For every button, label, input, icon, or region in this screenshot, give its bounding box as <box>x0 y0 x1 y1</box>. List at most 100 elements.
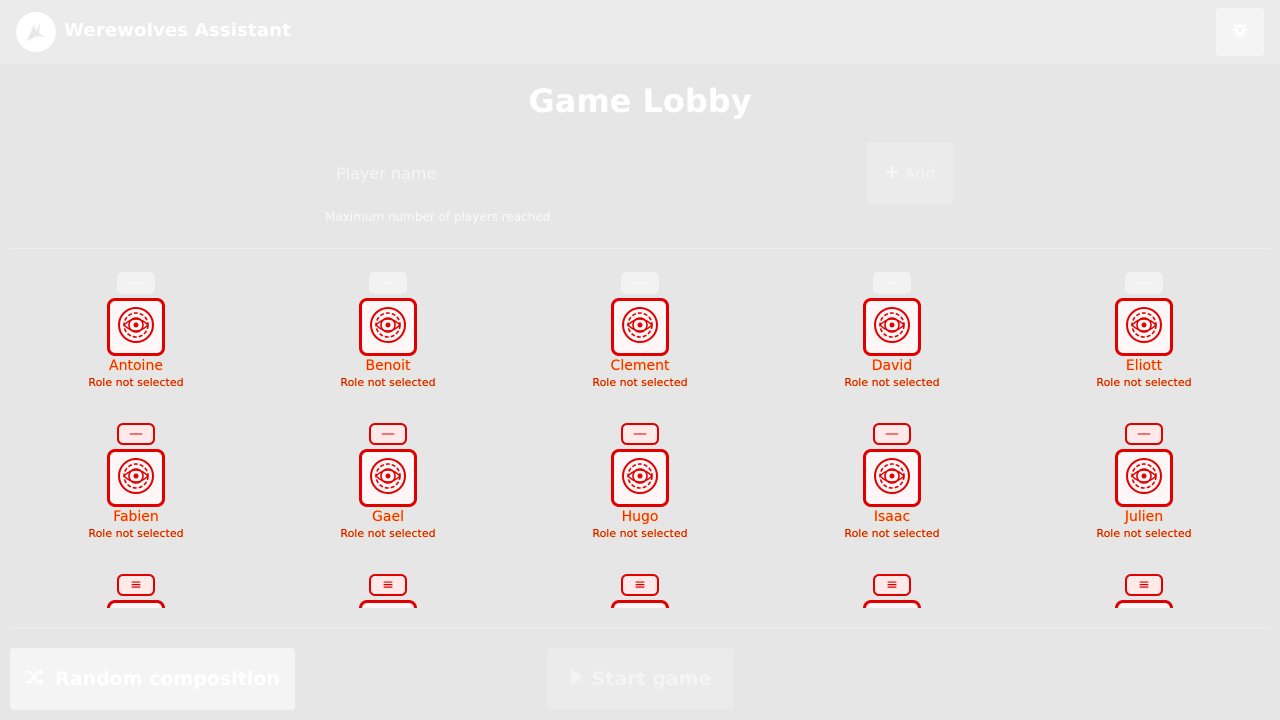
minus-icon: — <box>129 426 143 442</box>
minus-icon: ≡ <box>886 577 898 593</box>
werewolf-logo-icon[interactable] <box>16 12 56 52</box>
remove-player-button[interactable]: ≡ <box>621 574 659 596</box>
player-name: Clement <box>610 358 670 374</box>
player-name: Eliott <box>1125 358 1163 374</box>
role-card[interactable] <box>611 298 669 356</box>
role-card[interactable] <box>1115 298 1173 356</box>
remove-player-button[interactable]: — <box>1125 272 1163 294</box>
player-name: Antoine <box>109 358 163 374</box>
player-card: — Julien Role not selected <box>1018 415 1270 565</box>
add-button-label: Add <box>904 163 936 183</box>
unknown-role-icon <box>366 303 410 351</box>
plus-icon <box>885 164 899 183</box>
shuffle-icon <box>25 668 45 691</box>
minus-icon: — <box>129 275 143 291</box>
app-title: Werewolves Assistant <box>64 20 292 41</box>
unknown-role-icon <box>618 303 662 351</box>
unknown-role-icon <box>366 605 410 608</box>
player-card: — Clement Role not selected <box>514 264 766 414</box>
minus-icon: — <box>633 426 647 442</box>
remove-player-button[interactable]: — <box>1125 423 1163 445</box>
minus-icon: — <box>885 275 899 291</box>
role-card[interactable] <box>863 449 921 507</box>
player-card: ≡ <box>262 566 514 608</box>
player-card: — Benoit Role not selected <box>262 264 514 414</box>
settings-button[interactable] <box>1216 8 1264 56</box>
remove-player-button[interactable]: — <box>873 272 911 294</box>
role-card[interactable] <box>1115 600 1173 608</box>
minus-icon: ≡ <box>1138 577 1150 593</box>
page-title: Game Lobby <box>528 82 752 120</box>
top-app-bar: Werewolves Assistant <box>0 0 1280 64</box>
role-card[interactable] <box>107 449 165 507</box>
remove-player-button[interactable]: ≡ <box>369 574 407 596</box>
remove-player-button[interactable]: ≡ <box>117 574 155 596</box>
header-divider <box>10 248 1270 249</box>
unknown-role-icon <box>114 454 158 502</box>
player-card: — Antoine Role not selected <box>10 264 262 414</box>
player-name: Hugo <box>621 509 659 525</box>
minus-icon: — <box>381 426 395 442</box>
unknown-role-icon <box>114 303 158 351</box>
player-card: — David Role not selected <box>766 264 1018 414</box>
unknown-role-icon <box>870 605 914 608</box>
minus-icon: — <box>885 426 899 442</box>
role-status: Role not selected <box>844 527 940 540</box>
player-name: Isaac <box>873 509 911 525</box>
random-composition-button[interactable]: Random composition <box>10 648 295 710</box>
remove-player-button[interactable]: — <box>117 423 155 445</box>
player-name: Benoit <box>365 358 411 374</box>
player-card: — Gael Role not selected <box>262 415 514 565</box>
remove-player-button[interactable]: — <box>369 423 407 445</box>
role-card[interactable] <box>359 449 417 507</box>
remove-player-button[interactable]: ≡ <box>1125 574 1163 596</box>
unknown-role-icon <box>870 454 914 502</box>
remove-player-button[interactable]: — <box>873 423 911 445</box>
minus-icon: — <box>1137 275 1151 291</box>
unknown-role-icon <box>618 454 662 502</box>
player-name-input[interactable] <box>324 146 864 200</box>
remove-player-button[interactable]: — <box>369 272 407 294</box>
role-status: Role not selected <box>88 376 184 389</box>
player-name: Gael <box>372 509 404 525</box>
remove-player-button[interactable]: — <box>621 423 659 445</box>
player-card: — Fabien Role not selected <box>10 415 262 565</box>
minus-icon: ≡ <box>382 577 394 593</box>
unknown-role-icon <box>1122 605 1166 608</box>
player-card: — Eliott Role not selected <box>1018 264 1270 414</box>
player-name: Julien <box>1124 509 1164 525</box>
role-card[interactable] <box>863 600 921 608</box>
role-status: Role not selected <box>1096 376 1192 389</box>
unknown-role-icon <box>1122 303 1166 351</box>
player-grid: — Antoine Role not selected — Benoit Role not… <box>10 264 1270 608</box>
role-card[interactable] <box>107 298 165 356</box>
random-button-label: Random composition <box>55 668 280 690</box>
gear-icon <box>1232 22 1248 42</box>
role-card[interactable] <box>359 600 417 608</box>
role-status: Role not selected <box>340 376 436 389</box>
player-name: David <box>871 358 913 374</box>
play-icon <box>570 668 584 691</box>
role-card[interactable] <box>359 298 417 356</box>
minus-icon: — <box>633 275 647 291</box>
start-button-label: Start game <box>591 668 712 690</box>
role-status: Role not selected <box>592 527 688 540</box>
add-player-button[interactable]: Add <box>866 142 954 204</box>
unknown-role-icon <box>870 303 914 351</box>
role-status: Role not selected <box>88 527 184 540</box>
role-card[interactable] <box>611 449 669 507</box>
remove-player-button[interactable]: — <box>621 272 659 294</box>
role-card[interactable] <box>1115 449 1173 507</box>
role-card[interactable] <box>611 600 669 608</box>
player-card: ≡ <box>514 566 766 608</box>
remove-player-button[interactable]: ≡ <box>873 574 911 596</box>
role-status: Role not selected <box>340 527 436 540</box>
role-card[interactable] <box>107 600 165 608</box>
start-game-button[interactable]: Start game <box>547 648 734 710</box>
unknown-role-icon <box>114 605 158 608</box>
role-status: Role not selected <box>1096 527 1192 540</box>
remove-player-button[interactable]: — <box>117 272 155 294</box>
player-card: — Isaac Role not selected <box>766 415 1018 565</box>
role-card[interactable] <box>863 298 921 356</box>
minus-icon: — <box>381 275 395 291</box>
